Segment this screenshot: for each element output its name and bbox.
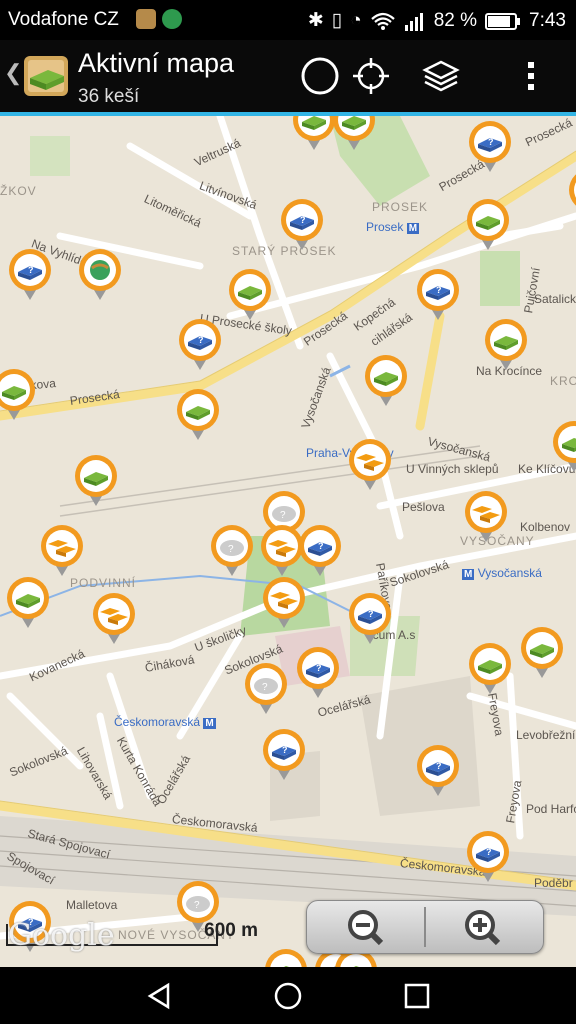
traditional-cache-marker[interactable] — [466, 640, 514, 696]
hangouts-icon — [162, 9, 182, 29]
traditional-cache-marker[interactable] — [482, 316, 530, 372]
district-label: KRO — [550, 374, 576, 388]
zoom-controls — [306, 900, 544, 954]
mystery-cache-marker[interactable]: ? — [414, 266, 462, 322]
street-label: Pod Harfou — [526, 802, 576, 816]
metro-station-label: M Vysočanská — [462, 566, 542, 580]
traditional-cache-marker[interactable] — [174, 386, 222, 442]
svg-text:?: ? — [198, 335, 204, 345]
traditional-cache-marker[interactable] — [518, 624, 566, 680]
mystery-cache-marker[interactable]: ? — [294, 644, 342, 700]
status-bar: Vodafone CZ ✱ ▯ ◔ 82 % 7:43 — [0, 0, 576, 40]
clock: 7:43 — [529, 9, 566, 31]
svg-text:?: ? — [486, 847, 492, 857]
layers-icon[interactable] — [421, 56, 461, 96]
multi-cache-marker[interactable] — [90, 590, 138, 646]
svg-text:?: ? — [318, 541, 324, 551]
multi-cache-marker[interactable] — [346, 436, 394, 492]
district-label: PROSEK — [372, 200, 429, 214]
traditional-cache-marker[interactable] — [72, 452, 120, 508]
notification-app-icon — [136, 9, 156, 29]
traditional-cache-marker[interactable] — [226, 266, 274, 322]
battery-icon — [485, 12, 521, 30]
mystery-cache-marker[interactable]: ? — [464, 828, 512, 884]
street-label: Malletova — [66, 898, 118, 912]
recents-icon[interactable] — [402, 981, 432, 1011]
circle-icon[interactable] — [300, 56, 340, 96]
traditional-cache-marker[interactable] — [0, 366, 38, 422]
multi-cache-marker[interactable] — [38, 522, 86, 578]
minus-zoom-icon[interactable] — [307, 901, 424, 953]
crosshair-icon[interactable] — [351, 56, 391, 96]
svg-text:?: ? — [368, 609, 374, 619]
mystery-cache-marker[interactable]: ? — [346, 590, 394, 646]
street-label: Pešlova — [402, 500, 445, 514]
app-bar: ❮ Aktivní mapa 36 keší — [0, 40, 576, 116]
svg-text:?: ? — [28, 265, 34, 275]
svg-text:?: ? — [228, 544, 234, 555]
alarm-icon: ◔ — [350, 9, 362, 31]
mystery-cache-marker[interactable]: ? — [466, 118, 514, 174]
map-view[interactable]: Veltruská Litvínovská Litoměřická Na Vyh… — [0, 116, 576, 967]
mystery-cache-marker[interactable]: ? — [6, 246, 54, 302]
traditional-cache-marker[interactable] — [550, 418, 576, 474]
plus-zoom-icon[interactable] — [426, 901, 543, 953]
traditional-cache-marker[interactable] — [464, 196, 512, 252]
event-cache-marker[interactable]: ? — [208, 522, 256, 578]
bluetooth-icon: ✱ — [307, 10, 324, 31]
street-label: Kolbenov — [520, 520, 571, 534]
cache-count: 36 keší — [78, 86, 140, 107]
signal-icon — [404, 12, 423, 31]
overflow-menu-icon[interactable] — [511, 56, 551, 96]
svg-text:?: ? — [488, 137, 494, 147]
svg-text:?: ? — [436, 761, 442, 771]
up-chevron-icon[interactable]: ❮ — [4, 60, 22, 86]
battery-percent: 82 % — [433, 9, 478, 31]
mystery-cache-marker[interactable]: ? — [176, 316, 224, 372]
metro-station-label: Prosek M — [366, 220, 420, 234]
street-label: Satalick — [534, 292, 576, 306]
metro-station-label: Českomoravská M — [114, 715, 216, 729]
mystery-cache-marker[interactable]: ? — [414, 742, 462, 798]
google-logo: Google — [8, 918, 115, 953]
mystery-cache-marker[interactable]: ? — [278, 196, 326, 252]
traditional-cache-marker[interactable] — [330, 116, 378, 152]
event-cache-marker[interactable]: ? — [242, 660, 290, 716]
svg-text:?: ? — [282, 745, 288, 755]
svg-text:?: ? — [280, 510, 286, 521]
street-label: Poděbr — [534, 876, 573, 890]
system-nav-bar — [0, 967, 576, 1024]
mystery-cache-marker[interactable]: ? — [296, 522, 344, 578]
svg-text:?: ? — [436, 285, 442, 295]
svg-text:?: ? — [300, 215, 306, 225]
traditional-cache-marker[interactable] — [566, 166, 576, 222]
page-title: Aktivní mapa — [78, 48, 235, 78]
carrier-name: Vodafone CZ — [8, 9, 119, 30]
home-icon[interactable] — [273, 981, 303, 1011]
vibrate-icon: ▯ — [331, 10, 343, 31]
street-label: U Vinných sklepů — [406, 462, 499, 476]
back-icon[interactable] — [144, 981, 174, 1011]
mystery-cache-marker[interactable]: ? — [260, 726, 308, 782]
app-logo-icon[interactable] — [22, 52, 70, 100]
traditional-cache-marker[interactable] — [262, 946, 310, 967]
multi-cache-marker[interactable] — [462, 488, 510, 544]
svg-text:?: ? — [262, 682, 268, 693]
street-label: Levobřežní — [516, 728, 576, 742]
traditional-cache-marker[interactable] — [4, 574, 52, 630]
wifi-icon — [370, 12, 395, 30]
svg-text:?: ? — [316, 663, 322, 673]
earthcache-marker[interactable] — [76, 246, 124, 302]
district-label: PODVINNÍ — [70, 576, 137, 590]
multi-cache-marker[interactable] — [260, 574, 308, 630]
svg-text:?: ? — [194, 900, 200, 911]
traditional-cache-marker[interactable] — [362, 352, 410, 408]
district-label: ŽKOV — [0, 184, 37, 198]
